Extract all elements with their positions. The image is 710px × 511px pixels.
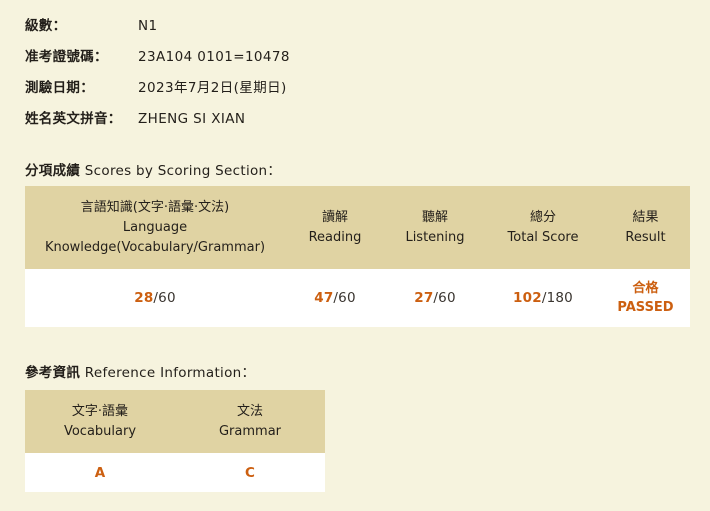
scores-col-header-total-score-latin: Total Score — [507, 230, 579, 246]
scores-col-header-listening-latin: Listening — [405, 230, 465, 246]
score-language-knowledge: 28/60 — [134, 290, 176, 306]
score-total: 102/180 — [513, 290, 573, 306]
info-label-registration-number: 准考證號碼： — [25, 49, 108, 65]
score-total-max: 180 — [546, 290, 573, 307]
scores-col-header-result-cjk: 結果 — [632, 210, 659, 226]
status-badge-latin: PASSED — [617, 300, 674, 316]
score-reading-max: 60 — [338, 290, 356, 307]
reference-table-head: 文字·語彙 Vocabulary 文法 Grammar — [25, 390, 325, 454]
scores-section-heading: 分項成績 Scores by Scoring Section： — [25, 159, 281, 179]
reference-table: 文字·語彙 Vocabulary 文法 Grammar A C — [25, 390, 325, 493]
info-row-registration-number: 准考證號碼： 23A104 0101=10478 — [25, 45, 505, 76]
scores-cell-listening: 27/60 — [385, 269, 485, 328]
scores-col-header-reading: 讀解 Reading — [285, 186, 385, 270]
info-value-registration-number: 23A104 0101=10478 — [138, 49, 290, 65]
reference-table-row: A C — [25, 453, 325, 493]
info-label-level: 級數： — [25, 18, 67, 34]
info-value-name-romanized: ZHENG SI XIAN — [138, 111, 246, 127]
info-value-level: N1 — [138, 18, 158, 34]
scores-col-header-language-knowledge: 言語知識(文字·語彙·文法) Language Knowledge(Vocabu… — [25, 186, 285, 270]
scores-col-header-language-knowledge-cjk: 言語知識(文字·語彙·文法) — [80, 200, 230, 215]
reference-section-heading-latin: Reference Information： — [80, 365, 256, 381]
scores-col-header-result-latin: Result — [625, 230, 666, 246]
reference-table-header-row: 文字·語彙 Vocabulary 文法 Grammar — [25, 390, 325, 454]
scores-cell-total-score: 102/180 — [485, 269, 601, 328]
grade-grammar: C — [245, 464, 255, 481]
reference-col-header-grammar: 文法 Grammar — [175, 390, 325, 454]
status-badge-cjk: 合格 — [632, 280, 659, 296]
grade-vocabulary: A — [94, 464, 106, 481]
reference-table-body: A C — [25, 453, 325, 493]
info-row-name-romanized: 姓名英文拼音： ZHENG SI XIAN — [25, 107, 505, 138]
scores-section-heading-latin: Scores by Scoring Section： — [80, 163, 282, 179]
score-listening: 27/60 — [414, 290, 456, 306]
score-reading: 47/60 — [314, 290, 356, 306]
score-listening-max: 60 — [438, 290, 456, 307]
scores-col-header-reading-latin: Reading — [308, 230, 362, 246]
scores-section-heading-cjk: 分項成績 — [25, 163, 81, 179]
scores-col-header-total-score: 總分 Total Score — [485, 186, 601, 270]
reference-section-heading: 參考資訊 Reference Information： — [25, 361, 255, 381]
score-listening-value: 27 — [414, 290, 434, 307]
scores-cell-reading: 47/60 — [285, 269, 385, 328]
score-report-page: 級數： N1 准考證號碼： 23A104 0101=10478 測驗日期： 20… — [0, 0, 710, 511]
scores-col-header-listening: 聽解 Listening — [385, 186, 485, 270]
scores-cell-language-knowledge: 28/60 — [25, 269, 285, 328]
reference-cell-vocabulary: A — [25, 453, 175, 493]
scores-table: 言語知識(文字·語彙·文法) Language Knowledge(Vocabu… — [25, 186, 690, 328]
info-label-name-romanized: 姓名英文拼音： — [25, 111, 122, 127]
scores-col-header-listening-cjk: 聽解 — [421, 210, 448, 226]
scores-col-header-language-knowledge-latin-1: Language — [122, 220, 188, 236]
scores-col-header-total-score-cjk: 總分 — [529, 210, 556, 226]
scores-table-header-row: 言語知識(文字·語彙·文法) Language Knowledge(Vocabu… — [25, 186, 690, 270]
reference-cell-grammar: C — [175, 453, 325, 493]
score-language-knowledge-value: 28 — [134, 290, 154, 307]
candidate-info-block: 級數： N1 准考證號碼： 23A104 0101=10478 測驗日期： 20… — [25, 14, 505, 138]
reference-col-header-vocabulary-cjk: 文字·語彙 — [71, 404, 129, 419]
status-badge: 合格 PASSED — [601, 279, 690, 318]
reference-col-header-grammar-cjk: 文法 — [236, 404, 263, 419]
reference-col-header-vocabulary: 文字·語彙 Vocabulary — [25, 390, 175, 454]
score-reading-value: 47 — [314, 290, 334, 307]
info-value-test-date: 2023年7月2日(星期日) — [138, 80, 287, 96]
info-row-test-date: 測驗日期： 2023年7月2日(星期日) — [25, 76, 505, 107]
scores-table-row: 28/60 47/60 27/60 102/180 合格 PASSED — [25, 269, 690, 328]
scores-table-body: 28/60 47/60 27/60 102/180 合格 PASSED — [25, 269, 690, 328]
reference-col-header-vocabulary-latin: Vocabulary — [63, 424, 137, 440]
reference-section-heading-cjk: 參考資訊 — [25, 365, 81, 381]
scores-cell-result: 合格 PASSED — [601, 269, 690, 328]
scores-table-head: 言語知識(文字·語彙·文法) Language Knowledge(Vocabu… — [25, 186, 690, 270]
info-row-level: 級數： N1 — [25, 14, 505, 45]
score-language-knowledge-max: 60 — [158, 290, 176, 307]
scores-col-header-result: 結果 Result — [601, 186, 690, 270]
reference-col-header-grammar-latin: Grammar — [218, 424, 282, 440]
info-label-test-date: 測驗日期： — [25, 80, 94, 96]
scores-col-header-reading-cjk: 讀解 — [321, 210, 348, 226]
scores-col-header-language-knowledge-latin-2: Knowledge(Vocabulary/Grammar) — [44, 240, 266, 256]
score-total-value: 102 — [513, 290, 542, 307]
